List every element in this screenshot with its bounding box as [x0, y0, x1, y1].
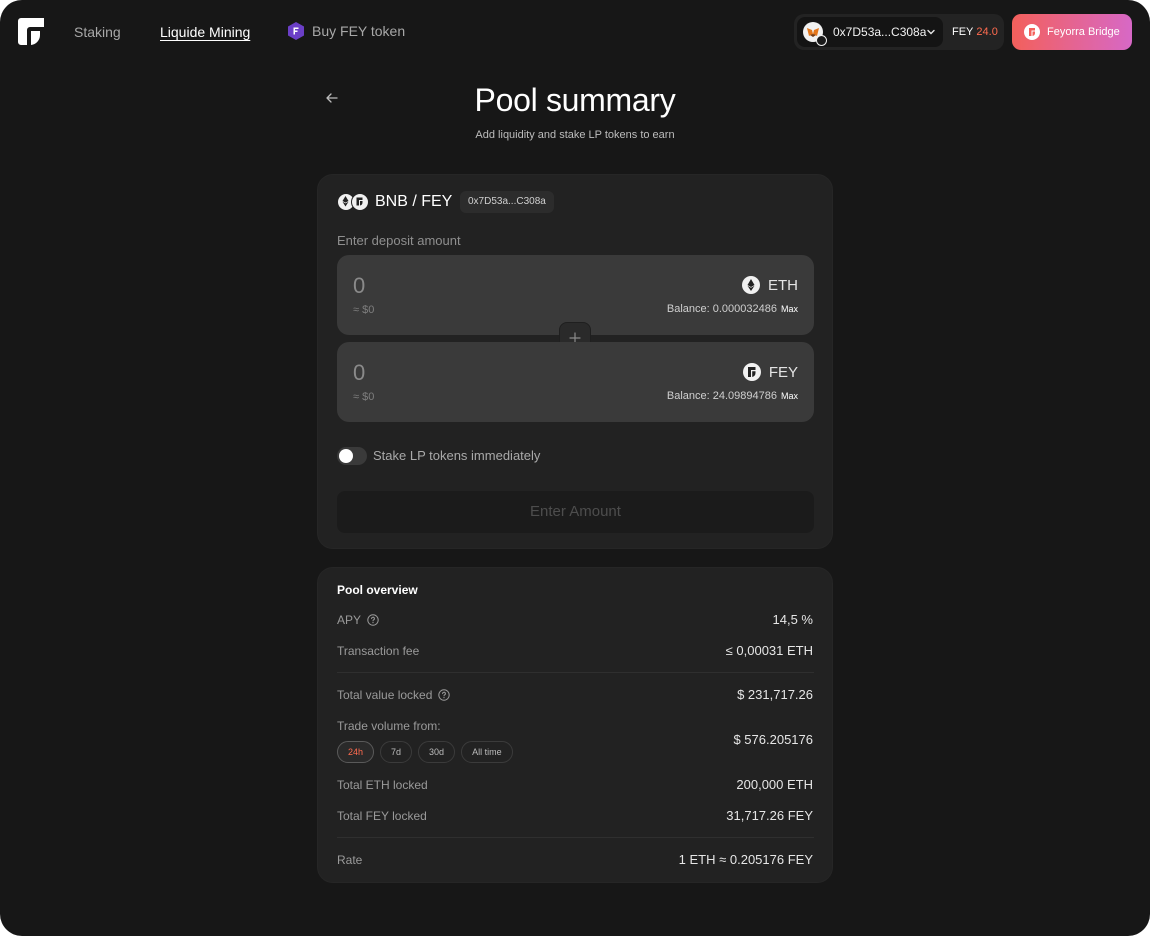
fey-max-button[interactable]: Max — [781, 391, 798, 401]
wallet-dropdown-button[interactable]: 0x7D53a...C308a — [797, 17, 943, 47]
fey-locked-value: 31,717.26 FEY — [726, 808, 813, 823]
fey-token: FEY — [742, 363, 798, 381]
volume-range-chips: 24h 7d 30d All time — [337, 741, 513, 763]
apy-label: APY — [337, 613, 379, 627]
help-circle-icon[interactable] — [438, 689, 451, 701]
fey-balance-value: 24.0 — [976, 26, 998, 38]
page-subtitle: Add liquidity and stake LP tokens to ear… — [475, 129, 675, 141]
pool-overview-title: Pool overview — [337, 583, 418, 597]
nav-staking[interactable]: Staking — [74, 24, 121, 40]
pool-overview-card: Pool overview APY 14,5 % Transaction fee… — [317, 567, 833, 883]
transaction-fee-value: ≤ 0,00031 ETH — [725, 643, 813, 658]
eth-max-button[interactable]: Max — [781, 304, 798, 314]
range-chip-7d[interactable]: 7d — [380, 741, 413, 763]
chevron-down-icon — [927, 29, 935, 35]
range-chip-30d[interactable]: 30d — [418, 741, 456, 763]
rate-value: 1 ETH ≈ 0.205176 FEY — [678, 852, 813, 867]
fey-hexagon-icon — [288, 22, 304, 40]
network-badge-icon — [816, 35, 827, 46]
nav-liquid-mining[interactable]: Liquide Mining — [160, 24, 250, 40]
fey-balance-label: FEY — [952, 26, 974, 38]
wallet-panel: 0x7D53a...C308a FEY 24.0 — [794, 14, 1004, 50]
rate-label: Rate — [337, 853, 363, 867]
help-circle-icon[interactable] — [367, 614, 379, 626]
pair-name: BNB / FEY — [375, 193, 453, 210]
feyorra-bridge-button[interactable]: Feyorra Bridge — [1012, 14, 1132, 50]
eth-amount-input[interactable]: 0 — [353, 273, 365, 299]
eth-icon — [742, 276, 760, 294]
divider — [337, 837, 814, 838]
deposit-amount-label: Enter deposit amount — [337, 233, 461, 248]
fey-amount-box[interactable]: 0 ≈ $0 FEY Balance: 24.09894786 Max — [337, 342, 814, 422]
fey-balance: FEY 24.0 — [952, 25, 998, 39]
fey-usd-value: ≈ $0 — [353, 391, 375, 403]
eth-usd-value: ≈ $0 — [353, 304, 375, 316]
eth-locked-label: Total ETH locked — [337, 778, 428, 792]
trade-volume-value: $ 576.205176 — [733, 732, 813, 747]
stake-lp-toggle-label: Stake LP tokens immediately — [373, 448, 541, 463]
app-window: Staking Liquide Mining Buy FEY token 0x7… — [0, 0, 1150, 936]
fey-token-icon — [742, 363, 761, 381]
top-bar: Staking Liquide Mining Buy FEY token 0x7… — [0, 0, 1150, 64]
fey-token-name: FEY — [768, 363, 798, 381]
range-chip-all-time[interactable]: All time — [461, 741, 513, 763]
nav-buy-fey-label: Buy FEY token — [312, 23, 406, 39]
apy-label-text: APY — [337, 613, 362, 627]
fey-amount-input[interactable]: 0 — [353, 360, 365, 386]
pair-address[interactable]: 0x7D53a...C308a — [460, 191, 554, 213]
divider — [337, 672, 814, 673]
tvl-label: Total value locked — [337, 688, 451, 702]
tvl-label-text: Total value locked — [337, 688, 433, 702]
eth-locked-value: 200,000 ETH — [736, 777, 813, 792]
toggle-knob — [339, 449, 353, 463]
nav-buy-fey-token[interactable]: Buy FEY token — [288, 22, 405, 40]
apy-value: 14,5 % — [772, 612, 813, 627]
eth-balance-label: Balance: — [666, 303, 713, 315]
feyorra-logo-icon[interactable] — [18, 18, 44, 45]
eth-balance: Balance: 0.000032486 Max — [667, 303, 798, 315]
fey-deposit-balance-value: 24.09894786 — [712, 390, 777, 402]
fey-deposit-balance-label: Balance: — [666, 390, 713, 402]
stake-lp-toggle[interactable] — [337, 447, 367, 465]
eth-token: ETH — [742, 276, 798, 294]
eth-balance-value: 0.000032486 — [712, 303, 777, 315]
transaction-fee-label: Transaction fee — [337, 644, 420, 658]
metamask-icon — [803, 22, 827, 46]
range-chip-24h[interactable]: 24h — [337, 741, 375, 763]
fey-locked-label: Total FEY locked — [337, 809, 427, 823]
eth-token-name: ETH — [768, 276, 798, 294]
wallet-address: 0x7D53a...C308a — [833, 25, 927, 39]
fey-balance-row: Balance: 24.09894786 Max — [667, 390, 798, 402]
feyorra-icon — [1024, 24, 1040, 40]
deposit-card: BNB / FEY 0x7D53a...C308a Enter deposit … — [317, 174, 833, 549]
pair-icons — [337, 193, 371, 211]
page-title: Pool summary — [474, 82, 676, 118]
trade-volume-label: Trade volume from: — [337, 719, 441, 733]
tvl-value: $ 231,717.26 — [737, 687, 813, 702]
bridge-label: Feyorra Bridge — [1047, 26, 1120, 38]
enter-amount-button[interactable]: Enter Amount — [337, 491, 814, 533]
fey-icon — [351, 193, 369, 211]
